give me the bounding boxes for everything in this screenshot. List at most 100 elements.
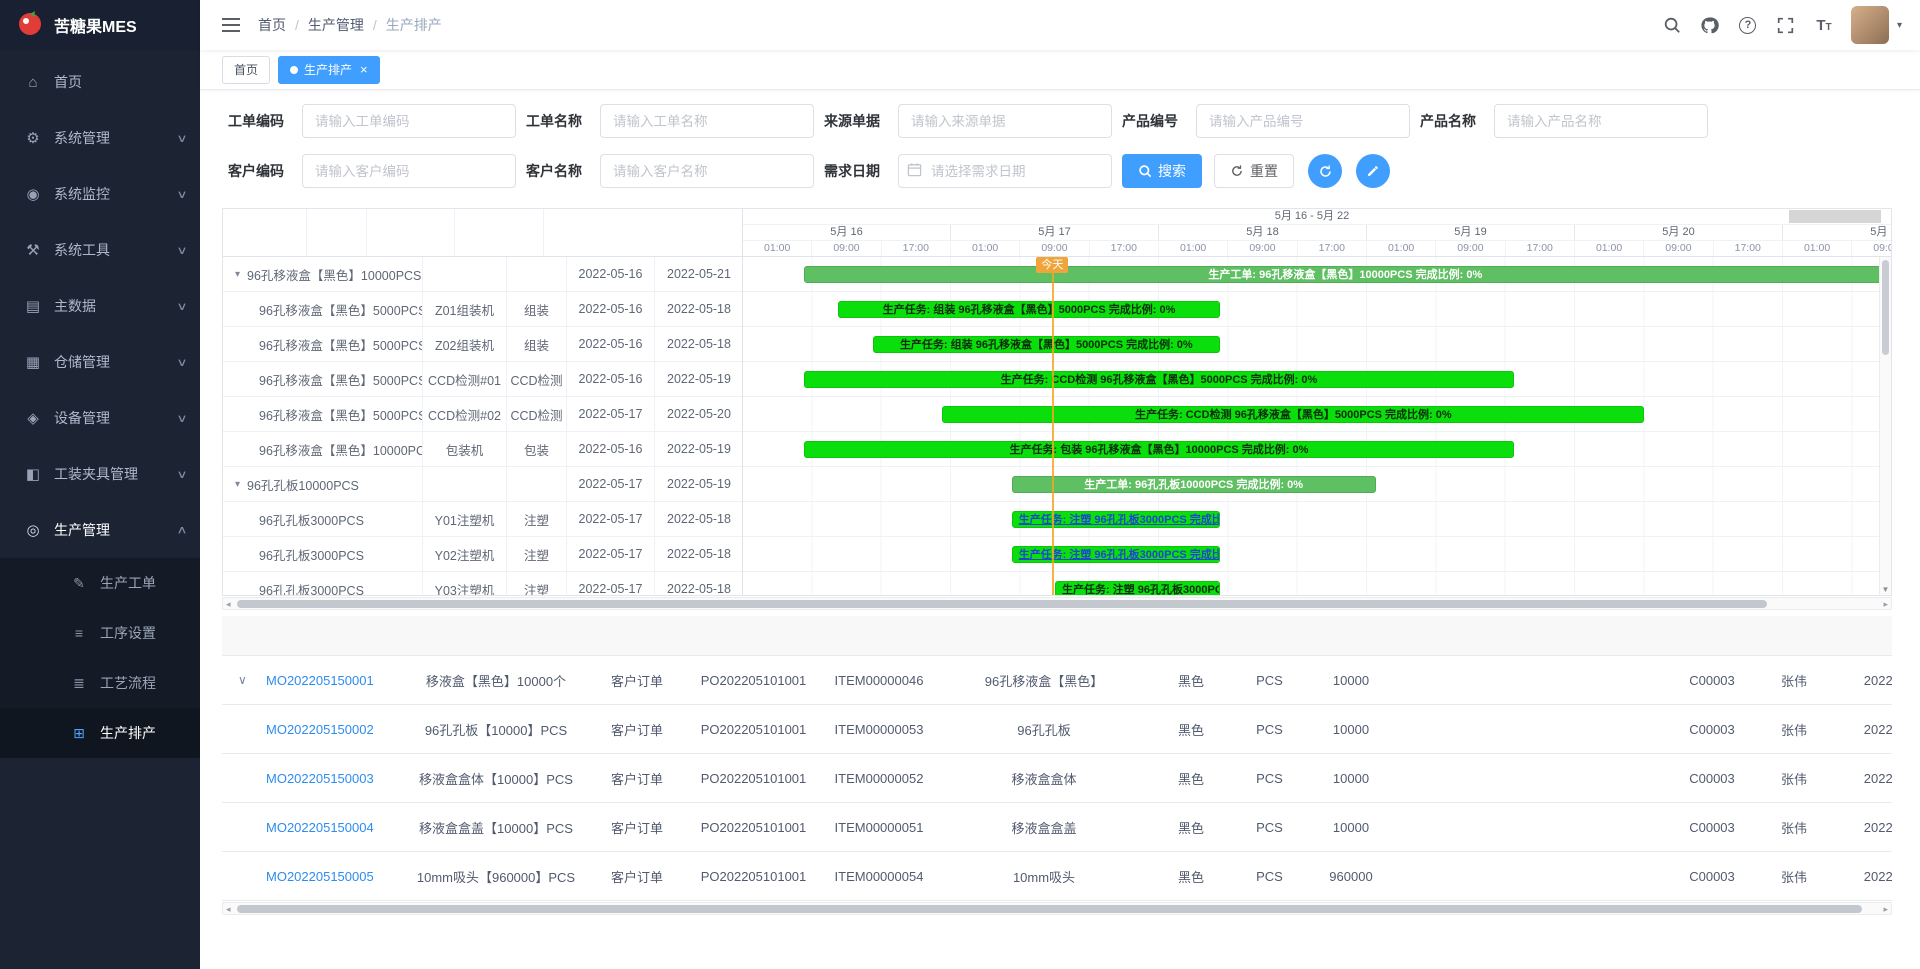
sidebar-item[interactable]: ⚒ 系统工具 ∨ (0, 222, 200, 278)
hamburger-icon[interactable] (214, 8, 248, 42)
gantt-task-row[interactable]: ▾96孔移液盒【黑色】10000PCS 包装机 包装 2022-05-16 20… (223, 432, 742, 467)
breadcrumb-production[interactable]: 生产管理 (308, 15, 364, 35)
breadcrumb-home[interactable]: 首页 (258, 15, 286, 35)
task-process: CCD检测 (507, 397, 567, 431)
table-row[interactable]: ∨MO202205150001 移液盒【黑色】10000个 客户订单 PO202… (222, 656, 1892, 705)
scroll-down-arrow[interactable]: ▼ (1880, 585, 1891, 594)
tag-home[interactable]: 首页 (222, 56, 270, 84)
tag-scheduling[interactable]: 生产排产 × (278, 56, 380, 84)
gantt-task-row[interactable]: ▾96孔孔板3000PCS Y02注塑机 注塑 2022-05-17 2022-… (223, 537, 742, 572)
gantt-grid-header-cell (367, 209, 455, 256)
gantt-bar[interactable]: 生产工单: 96孔移液盒【黑色】10000PCS 完成比例: 0% (804, 266, 1887, 283)
fullscreen-icon[interactable] (1769, 8, 1803, 42)
sidebar-item[interactable]: ⌂ 首页 ∨ (0, 54, 200, 110)
filter-input[interactable] (1196, 104, 1410, 138)
sidebar-subitem[interactable]: ⊞ 生产排产 (0, 708, 200, 758)
scroll-right-arrow[interactable]: ▸ (1883, 904, 1888, 915)
gantt-task-row[interactable]: ▾96孔孔板3000PCS Y01注塑机 注塑 2022-05-17 2022-… (223, 502, 742, 537)
gantt-task-row[interactable]: ▾96孔移液盒【黑色】5000PCS Z02组装机 组装 2022-05-16 … (223, 327, 742, 362)
sidebar-item[interactable]: ▤ 主数据 ∨ (0, 278, 200, 334)
github-icon[interactable] (1693, 8, 1727, 42)
table-header-cell (1569, 616, 1655, 655)
sidebar-item[interactable]: ◎ 生产管理 ∨ (0, 502, 200, 558)
gantt-task-row[interactable]: ▾96孔孔板10000PCS 2022-05-17 2022-05-19 (223, 467, 742, 502)
app-logo[interactable]: 苦糖果MES (0, 0, 200, 50)
sidebar-item[interactable]: ◉ 系统监控 ∨ (0, 166, 200, 222)
table-row[interactable]: ∨MO202205150003 移液盒盒体【10000】PCS 客户订单 PO2… (222, 754, 1892, 803)
table-horizontal-scrollbar[interactable]: ◂ ▸ (222, 902, 1892, 915)
sidebar-item[interactable]: ▦ 仓储管理 ∨ (0, 334, 200, 390)
filter-input[interactable] (302, 104, 516, 138)
filter-input[interactable] (302, 154, 516, 188)
expand-triangle-icon[interactable]: ▾ (235, 479, 240, 490)
gantt-bar[interactable]: 生产工单: 96孔孔板10000PCS 完成比例: 0% (1012, 476, 1376, 493)
gantt-bar[interactable]: 生产任务: 注塑 96孔孔板3000PCS 完成比例: 0% (1012, 511, 1220, 528)
production-icon: ◎ (24, 521, 42, 539)
gantt-bar[interactable]: 生产任务: 注塑 96孔孔板3000PCS 完成比例: 0% (1012, 546, 1220, 563)
sidebar-subitem[interactable]: ≡ 工序设置 (0, 608, 200, 658)
refresh-button[interactable] (1308, 154, 1342, 188)
gantt-task-row[interactable]: ▾96孔移液盒【黑色】10000PCS 2022-05-16 2022-05-2… (223, 257, 742, 292)
cell-produced-qty (1582, 705, 1673, 753)
sidebar-subitem[interactable]: ✎ 生产工单 (0, 558, 200, 608)
task-start: 2022-05-17 (567, 502, 655, 536)
question-icon[interactable]: ? (1731, 8, 1765, 42)
gantt-task-row[interactable]: ▾96孔移液盒【黑色】5000PCS CCD检测#01 CCD检测 2022-0… (223, 362, 742, 397)
filter-input[interactable] (1494, 104, 1708, 138)
sidebar-item[interactable]: ◈ 设备管理 ∨ (0, 390, 200, 446)
gantt-bar[interactable]: 生产任务: CCD检测 96孔移液盒【黑色】5000PCS 完成比例: 0% (942, 406, 1644, 423)
scrollbar-thumb[interactable] (1882, 260, 1889, 355)
gantt-bar[interactable]: 生产任务: 组装 96孔移液盒【黑色】5000PCS 完成比例: 0% (873, 336, 1220, 353)
gantt-bar[interactable]: 生产任务: 组装 96孔移液盒【黑色】5000PCS 完成比例: 0% (838, 301, 1219, 318)
search-icon[interactable] (1655, 8, 1689, 42)
gantt-task-row[interactable]: ▾96孔移液盒【黑色】5000PCS Z01组装机 组装 2022-05-16 … (223, 292, 742, 327)
scrollbar-thumb[interactable] (237, 600, 1767, 608)
work-order-link[interactable]: MO202205150005 (266, 869, 374, 884)
search-button[interactable]: 搜索 (1122, 154, 1202, 188)
scroll-right-arrow[interactable]: ▸ (1883, 599, 1888, 610)
task-station: Z02组装机 (423, 327, 507, 361)
work-order-link[interactable]: MO202205150002 (266, 722, 374, 737)
table-row[interactable]: ∨MO202205150002 96孔孔板【10000】PCS 客户订单 PO2… (222, 705, 1892, 754)
avatar[interactable] (1851, 6, 1889, 44)
task-station: CCD检测#02 (423, 397, 507, 431)
cell-source: 客户订单 (588, 705, 686, 753)
cell-product-name: 96孔孔板 (937, 705, 1151, 753)
font-size-icon[interactable]: TT (1807, 8, 1841, 42)
filter-input[interactable] (898, 104, 1112, 138)
table-header-cell (222, 616, 406, 655)
chevron-icon: ∨ (176, 468, 187, 481)
cell-unit: PCS (1231, 852, 1308, 900)
filter-input[interactable] (600, 104, 814, 138)
task-end: 2022-05-19 (655, 432, 742, 466)
sidebar-subitem[interactable]: ≣ 工艺流程 (0, 658, 200, 708)
gantt-hour-label: 09:00 (1228, 241, 1297, 256)
reset-button[interactable]: 重置 (1214, 154, 1294, 188)
edit-button[interactable] (1356, 154, 1390, 188)
expand-triangle-icon[interactable]: ▾ (235, 269, 240, 280)
expand-chevron-icon[interactable]: ∨ (238, 673, 247, 687)
gantt-task-row[interactable]: ▾96孔孔板3000PCS Y03注塑机 注塑 2022-05-17 2022-… (223, 572, 742, 595)
caret-down-icon[interactable]: ▾ (1897, 20, 1902, 31)
filter-input[interactable] (600, 154, 814, 188)
date-input[interactable] (898, 154, 1112, 188)
gantt-bar[interactable]: 生产任务: 包装 96孔移液盒【黑色】10000PCS 完成比例: 0% (804, 441, 1515, 458)
gantt-vertical-scrollbar[interactable]: ▼ (1879, 257, 1891, 595)
scroll-left-arrow[interactable]: ◂ (226, 904, 231, 915)
table-row[interactable]: ∨MO202205150005 10mm吸头【960000】PCS 客户订单 P… (222, 852, 1892, 901)
scroll-left-arrow[interactable]: ◂ (226, 599, 231, 610)
gantt-horizontal-scrollbar[interactable]: ◂ ▸ (222, 597, 1892, 610)
work-order-link[interactable]: MO202205150003 (266, 771, 374, 786)
work-order-link[interactable]: MO202205150001 (266, 673, 374, 688)
work-order-link[interactable]: MO202205150004 (266, 820, 374, 835)
gantt-bar[interactable]: 生产任务: CCD检测 96孔移液盒【黑色】5000PCS 完成比例: 0% (804, 371, 1515, 388)
scrollbar-thumb[interactable] (237, 905, 1862, 913)
gantt-bar[interactable]: 生产任务: 注塑 96孔孔板3000PCS 完成比例: 0% (1055, 581, 1220, 595)
gantt-task-row[interactable]: ▾96孔移液盒【黑色】5000PCS CCD检测#02 CCD检测 2022-0… (223, 397, 742, 432)
table-row[interactable]: ∨MO202205150004 移液盒盒盖【10000】PCS 客户订单 PO2… (222, 803, 1892, 852)
close-icon[interactable]: × (360, 62, 368, 77)
sidebar-item[interactable]: ⚙ 系统管理 ∨ (0, 110, 200, 166)
filter-group: 工单编码 (228, 104, 516, 138)
sidebar-item[interactable]: ◧ 工装夹具管理 ∨ (0, 446, 200, 502)
cell-need-date: 2022-05-20 (1837, 705, 1892, 753)
